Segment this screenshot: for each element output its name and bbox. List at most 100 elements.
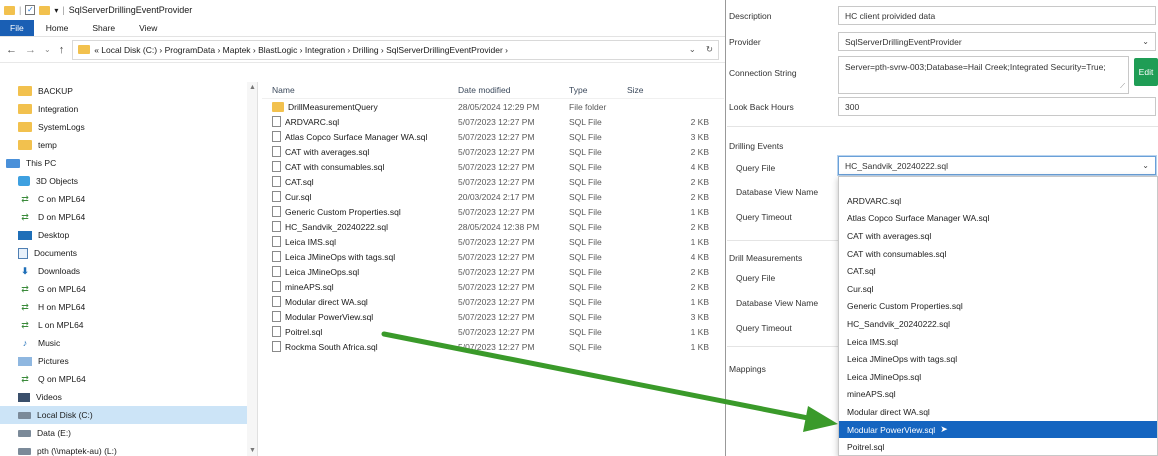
dropdown-option[interactable]: Modular direct WA.sql: [839, 403, 1157, 421]
file-row[interactable]: Leica JMineOps with tags.sql 5/07/2023 12…: [262, 249, 724, 264]
file-name-cell[interactable]: Rockma South Africa.sql: [262, 341, 454, 352]
dropdown-option[interactable]: HC_Sandvik_20240222.sql: [839, 315, 1157, 333]
column-type-header[interactable]: Type: [565, 85, 623, 95]
file-row[interactable]: CAT with averages.sql 5/07/2023 12:27 PM S…: [262, 144, 724, 159]
file-row[interactable]: Cur.sql 20/03/2024 2:17 PM SQL File 2 KB: [262, 189, 724, 204]
nav-item[interactable]: Videos: [0, 388, 257, 406]
file-row[interactable]: Atlas Copco Surface Manager WA.sql 5/07/2…: [262, 129, 724, 144]
dropdown-option[interactable]: Generic Custom Properties.sql: [839, 298, 1157, 316]
file-name-cell[interactable]: Poitrel.sql: [262, 326, 454, 337]
file-name-cell[interactable]: Generic Custom Properties.sql: [262, 206, 454, 217]
dropdown-option[interactable]: Leica JMineOps.sql: [839, 368, 1157, 386]
dropdown-option[interactable]: Leica IMS.sql: [839, 333, 1157, 351]
chevron-down-icon[interactable]: ⌄: [689, 44, 696, 55]
file-name-cell[interactable]: CAT.sql: [262, 176, 454, 187]
file-name-cell[interactable]: Modular PowerView.sql: [262, 311, 454, 322]
tab-home[interactable]: Home: [34, 20, 81, 36]
dropdown-option[interactable]: CAT with averages.sql: [839, 227, 1157, 245]
description-input[interactable]: HC client proivided data: [838, 6, 1156, 25]
quick-access-dropdown-icon[interactable]: ▾: [54, 6, 58, 15]
file-name-cell[interactable]: CAT with averages.sql: [262, 146, 454, 157]
nav-item[interactable]: This PC: [0, 154, 257, 172]
nav-item[interactable]: Data (E:): [0, 424, 257, 442]
look-back-hours-input[interactable]: 300: [838, 97, 1156, 116]
query-file-select[interactable]: HC_Sandvik_20240222.sql ⌄: [838, 156, 1156, 175]
address-path[interactable]: « Local Disk (C:) › ProgramData › Maptek…: [94, 45, 508, 55]
dropdown-option[interactable]: CAT with consumables.sql: [839, 245, 1157, 263]
file-name-cell[interactable]: mineAPS.sql: [262, 281, 454, 292]
forward-arrow-icon[interactable]: →: [25, 44, 36, 56]
nav-item[interactable]: ⬇ Downloads: [0, 262, 257, 280]
file-name-cell[interactable]: Atlas Copco Surface Manager WA.sql: [262, 131, 454, 142]
file-row[interactable]: Rockma South Africa.sql 5/07/2023 12:27 P…: [262, 339, 724, 354]
file-row[interactable]: CAT.sql 5/07/2023 12:27 PM SQL File 2 KB: [262, 174, 724, 189]
nav-item[interactable]: ⇄ D on MPL64: [0, 208, 257, 226]
nav-item[interactable]: Local Disk (C:): [0, 406, 257, 424]
nav-item[interactable]: Pictures: [0, 352, 257, 370]
column-name-header[interactable]: Name: [262, 85, 454, 95]
file-row[interactable]: Leica JMineOps.sql 5/07/2023 12:27 PM SQL …: [262, 264, 724, 279]
nav-item[interactable]: temp: [0, 136, 257, 154]
nav-item[interactable]: Desktop: [0, 226, 257, 244]
dropdown-option[interactable]: Leica JMineOps with tags.sql: [839, 350, 1157, 368]
dropdown-blank-option[interactable]: [839, 177, 1157, 192]
file-name-cell[interactable]: Leica JMineOps.sql: [262, 266, 454, 277]
file-name-cell[interactable]: Cur.sql: [262, 191, 454, 202]
nav-item[interactable]: ⇄ C on MPL64: [0, 190, 257, 208]
file-row[interactable]: DrillMeasurementQuery 28/05/2024 12:29 PM…: [262, 99, 724, 114]
tab-file[interactable]: File: [0, 20, 34, 36]
new-folder-icon[interactable]: [39, 5, 51, 15]
nav-item[interactable]: pth (\\maptek-au) (L:): [0, 442, 257, 456]
file-row[interactable]: HC_Sandvik_20240222.sql 28/05/2024 12:38 …: [262, 219, 724, 234]
file-row[interactable]: Generic Custom Properties.sql 5/07/2023 1…: [262, 204, 724, 219]
nav-item[interactable]: ⇄ G on MPL64: [0, 280, 257, 298]
nav-item[interactable]: ♪ Music: [0, 334, 257, 352]
dropdown-option[interactable]: Atlas Copco Surface Manager WA.sql: [839, 210, 1157, 228]
nav-item[interactable]: SystemLogs: [0, 118, 257, 136]
tab-share[interactable]: Share: [80, 20, 127, 36]
file-row[interactable]: Modular PowerView.sql 5/07/2023 12:27 PM S…: [262, 309, 724, 324]
file-row[interactable]: ARDVARC.sql 5/07/2023 12:27 PM SQL File 2 K…: [262, 114, 724, 129]
scroll-down-icon[interactable]: ▼: [249, 447, 256, 454]
dropdown-option[interactable]: CAT.sql: [839, 262, 1157, 280]
file-name-cell[interactable]: Leica IMS.sql: [262, 236, 454, 247]
dropdown-option[interactable]: Modular PowerView.sql ➤: [839, 420, 1157, 439]
file-name-cell[interactable]: Modular direct WA.sql: [262, 296, 454, 307]
file-name-cell[interactable]: CAT with consumables.sql: [262, 161, 454, 172]
file-row[interactable]: Leica IMS.sql 5/07/2023 12:27 PM SQL File 1…: [262, 234, 724, 249]
file-row[interactable]: Poitrel.sql 5/07/2023 12:27 PM SQL File 1 K…: [262, 324, 724, 339]
provider-select[interactable]: SqlServerDrillingEventProvider ⌄: [838, 32, 1156, 51]
nav-scrollbar[interactable]: ▲ ▼: [247, 82, 257, 456]
nav-item[interactable]: ⇄ H on MPL64: [0, 298, 257, 316]
up-arrow-icon[interactable]: ↑: [59, 44, 65, 56]
file-row[interactable]: Modular direct WA.sql 5/07/2023 12:27 PM S…: [262, 294, 724, 309]
file-name-cell[interactable]: DrillMeasurementQuery: [262, 101, 454, 112]
file-name-cell[interactable]: ARDVARC.sql: [262, 116, 454, 127]
file-row[interactable]: mineAPS.sql 5/07/2023 12:27 PM SQL File 2 K…: [262, 279, 724, 294]
resize-handle-icon[interactable]: ⟋: [1120, 83, 1125, 91]
nav-item[interactable]: ⇄ L on MPL64: [0, 316, 257, 334]
refresh-icon[interactable]: ↻: [706, 44, 713, 55]
edit-button[interactable]: Edit: [1134, 58, 1158, 86]
connection-string-input[interactable]: Server=pth-svrw-003;Database=Hail Creek;…: [838, 56, 1129, 94]
file-name-cell[interactable]: Leica JMineOps with tags.sql: [262, 251, 454, 262]
back-arrow-icon[interactable]: ←: [6, 44, 17, 56]
query-file-dropdown-list[interactable]: ARDVARC.sql Atlas Copco Surface Manager W…: [838, 176, 1158, 456]
nav-item[interactable]: 3D Objects: [0, 172, 257, 190]
dropdown-option[interactable]: Poitrel.sql: [839, 438, 1157, 455]
recent-locations-icon[interactable]: ⌄: [44, 45, 51, 54]
column-date-header[interactable]: Date modified: [454, 85, 565, 95]
tab-view[interactable]: View: [127, 20, 169, 36]
file-row[interactable]: CAT with consumables.sql 5/07/2023 12:27 …: [262, 159, 724, 174]
scroll-up-icon[interactable]: ▲: [249, 84, 256, 91]
address-bar[interactable]: « Local Disk (C:) › ProgramData › Maptek…: [72, 39, 719, 60]
nav-item[interactable]: BACKUP: [0, 82, 257, 100]
dropdown-option[interactable]: Cur.sql: [839, 280, 1157, 298]
dropdown-option[interactable]: ARDVARC.sql: [839, 192, 1157, 210]
dropdown-option[interactable]: mineAPS.sql: [839, 386, 1157, 404]
column-size-header[interactable]: Size: [623, 85, 713, 95]
file-name-cell[interactable]: HC_Sandvik_20240222.sql: [262, 221, 454, 232]
nav-item[interactable]: ⇄ Q on MPL64: [0, 370, 257, 388]
nav-item[interactable]: Integration: [0, 100, 257, 118]
nav-item[interactable]: Documents: [0, 244, 257, 262]
